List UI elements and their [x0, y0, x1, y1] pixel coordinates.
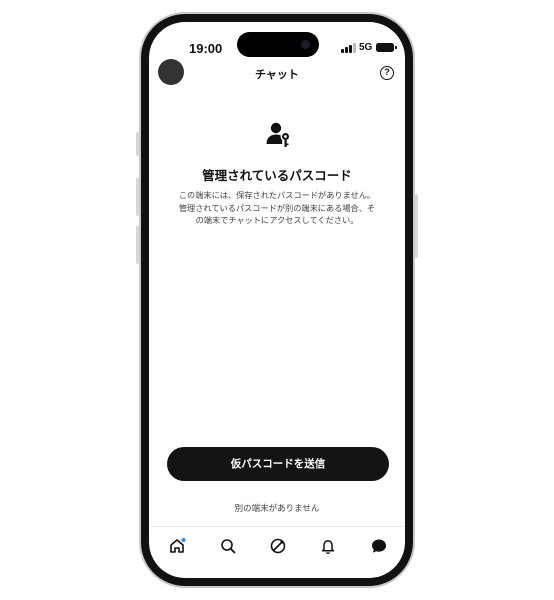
network-label: 5G — [359, 42, 373, 53]
help-icon[interactable]: ? — [380, 66, 394, 80]
dynamic-island — [237, 32, 319, 57]
status-time: 19:00 — [189, 41, 223, 56]
section-heading: 管理されているパスコード — [202, 169, 352, 183]
battery-icon — [376, 43, 397, 52]
description-line: 管理されているパスコードが別の端末にある場合、そ — [178, 203, 376, 213]
description-line: この端末には、保存されたパスコードがありません。 — [178, 191, 376, 200]
page-title: チャット — [255, 69, 299, 81]
description-text: この端末には、保存されたパスコードがありません。 管理されているパスコードが別の… — [167, 190, 387, 228]
phone-mockup: 19:00 5G チャット ? shorth — [0, 0, 554, 600]
phone-frame: 19:00 5G チャット ? shorth — [139, 12, 415, 588]
person-key-icon — [266, 122, 291, 147]
tab-home[interactable] — [168, 537, 186, 555]
tab-notifications[interactable] — [319, 537, 337, 555]
compass-icon — [270, 538, 286, 554]
power-button — [415, 194, 418, 258]
app-screen: 19:00 5G チャット ? shorth — [149, 22, 405, 578]
tab-search[interactable] — [219, 537, 237, 555]
camera-icon — [301, 40, 310, 49]
no-other-device-link[interactable]: 別の端末がありません — [149, 502, 405, 514]
tab-explore[interactable] — [269, 537, 287, 555]
home-icon — [170, 538, 186, 553]
tab-bar — [149, 526, 405, 570]
bell-icon — [321, 540, 335, 555]
search-icon — [221, 539, 236, 554]
phone-bezel: 19:00 5G チャット ? shorth — [141, 14, 413, 586]
send-temporary-passcode-button[interactable]: 仮パスコードを送信 — [167, 447, 389, 481]
signal-icon — [341, 42, 357, 53]
description-line: の端末でチャットにアクセスしてください。 — [195, 216, 359, 225]
tab-chat[interactable] — [370, 537, 388, 555]
chat-bubble-icon — [372, 539, 386, 553]
